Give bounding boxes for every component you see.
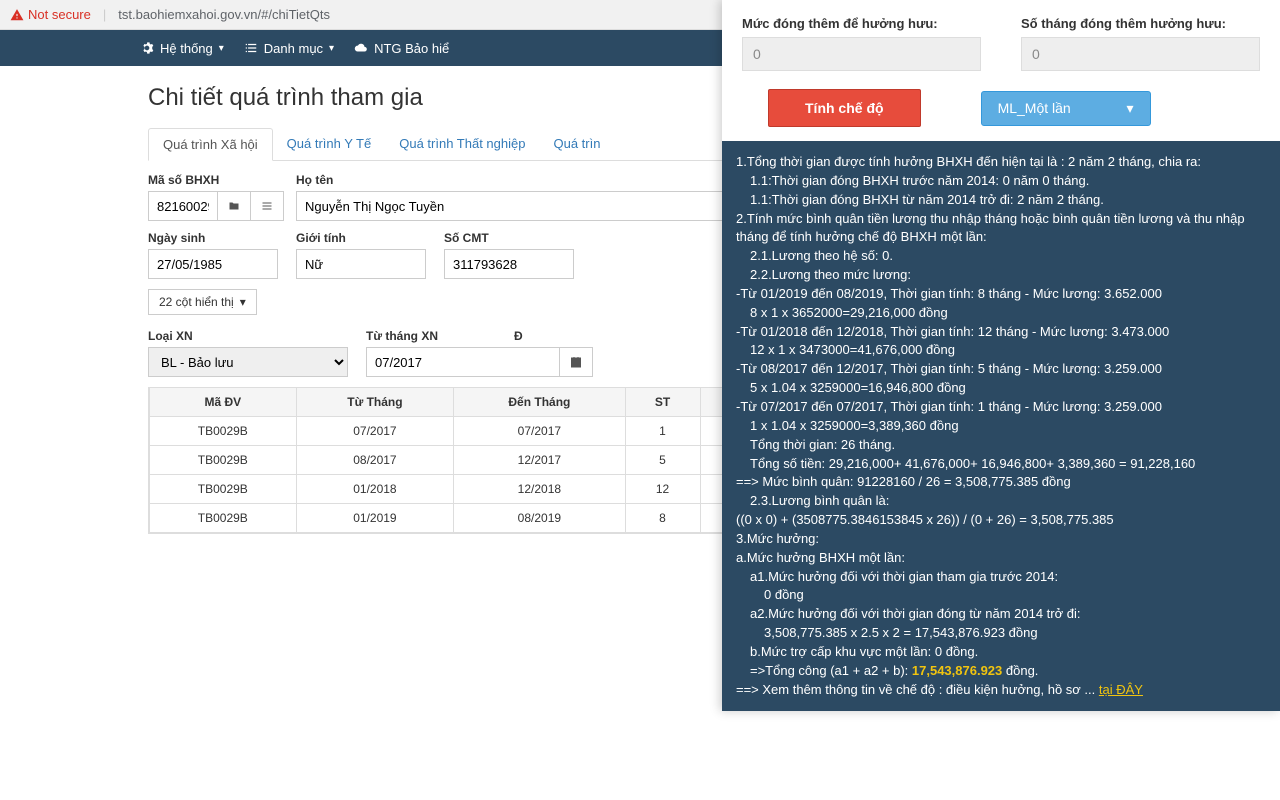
- tab-that-nghiep[interactable]: Quá trình Thất nghiệp: [385, 128, 539, 160]
- input-cmt[interactable]: [444, 249, 574, 279]
- result-line: 1.1:Thời gian đóng BHXH từ năm 2014 trở …: [736, 191, 1266, 210]
- label-so-thang: Số tháng đóng thêm hưởng hưu:: [1021, 16, 1260, 31]
- label-ngay-sinh: Ngày sinh: [148, 231, 278, 245]
- result-line: -Từ 01/2019 đến 08/2019, Thời gian tính:…: [736, 285, 1266, 304]
- table-cell: 07/2017: [454, 417, 625, 446]
- table-cell: TB0029B: [150, 417, 297, 446]
- result-line: 1 x 1.04 x 3259000=3,389,360 đồng: [736, 417, 1266, 436]
- ml-label: ML_Một lần: [998, 100, 1071, 116]
- label-cmt: Số CMT: [444, 231, 574, 245]
- table-cell: 8: [625, 504, 700, 533]
- nav-label: Hệ thống: [160, 41, 213, 56]
- table-cell: 01/2019: [296, 504, 454, 533]
- result-more-info: ==> Xem thêm thông tin về chế độ : điều …: [736, 681, 1266, 700]
- list-icon: [244, 41, 258, 55]
- th: ST: [625, 388, 700, 417]
- chevron-down-icon: ▾: [1127, 100, 1134, 117]
- nav-ntg[interactable]: NTG Bảo hiể: [354, 41, 449, 56]
- table-cell: 08/2017: [296, 446, 454, 475]
- result-line: a2.Mức hưởng đối với thời gian đóng từ n…: [736, 605, 1266, 624]
- calendar-icon: [570, 356, 582, 368]
- chevron-down-icon: ▾: [240, 295, 246, 309]
- result-panel: 1.Tổng thời gian được tính hưởng BHXH đế…: [722, 141, 1280, 711]
- result-line: Tổng số tiền: 29,216,000+ 41,676,000+ 16…: [736, 455, 1266, 474]
- ml-dropdown[interactable]: ML_Một lần ▾: [981, 91, 1151, 126]
- input-ngay-sinh[interactable]: [148, 249, 278, 279]
- nav-label: NTG Bảo hiể: [374, 41, 449, 56]
- column-toggle[interactable]: 22 cột hiển thị ▾: [148, 289, 257, 315]
- result-line: b.Mức trợ cấp khu vực một lần: 0 đồng.: [736, 643, 1266, 662]
- warning-icon: [10, 8, 24, 22]
- nav-danh-muc[interactable]: Danh mục▾: [244, 41, 334, 56]
- table-cell: TB0029B: [150, 475, 297, 504]
- value-so-thang: 0: [1021, 37, 1260, 71]
- cloud-icon: [354, 41, 368, 55]
- table-cell: 08/2019: [454, 504, 625, 533]
- tab-qua-trinh[interactable]: Quá trìn: [539, 128, 614, 160]
- table-cell: TB0029B: [150, 504, 297, 533]
- not-secure-badge: Not secure: [10, 7, 91, 22]
- result-line: 0 đồng: [736, 586, 1266, 605]
- result-total: =>Tổng công (a1 + a2 + b): 17,543,876.92…: [736, 662, 1266, 681]
- gear-icon: [140, 41, 154, 55]
- folder-icon: [228, 200, 240, 212]
- not-secure-text: Not secure: [28, 7, 91, 22]
- result-line: 3.Mức hưởng:: [736, 530, 1266, 549]
- list-icon: [261, 200, 273, 212]
- result-line: 12 x 1 x 3473000=41,676,000 đồng: [736, 341, 1266, 360]
- link-detail[interactable]: tại ĐÂY: [1099, 682, 1143, 697]
- input-ma-so[interactable]: [148, 191, 218, 221]
- btn-calendar[interactable]: [560, 347, 593, 377]
- result-line: 2.2.Lương theo mức lương:: [736, 266, 1266, 285]
- table-cell: TB0029B: [150, 446, 297, 475]
- label-d: Đ: [514, 329, 534, 343]
- nav-he-thong[interactable]: Hệ thống▾: [140, 41, 224, 56]
- table-cell: 12: [625, 475, 700, 504]
- th: Từ Tháng: [296, 388, 454, 417]
- table-cell: 12/2017: [454, 446, 625, 475]
- th: Đến Tháng: [454, 388, 625, 417]
- table-cell: 12/2018: [454, 475, 625, 504]
- table-cell: 1: [625, 417, 700, 446]
- url-text: tst.baohiemxahoi.gov.vn/#/chiTietQts: [118, 7, 330, 22]
- tab-y-te[interactable]: Quá trình Y Tế: [273, 128, 386, 160]
- result-line: a1.Mức hưởng đối với thời gian tham gia …: [736, 568, 1266, 587]
- result-line: Tổng thời gian: 26 tháng.: [736, 436, 1266, 455]
- result-line: 2.1.Lương theo hệ số: 0.: [736, 247, 1266, 266]
- result-line: 5 x 1.04 x 3259000=16,946,800 đồng: [736, 379, 1266, 398]
- label-gioi-tinh: Giới tính: [296, 231, 426, 245]
- calculation-panel: Mức đóng thêm để hưởng hưu: 0 Số tháng đ…: [722, 0, 1280, 711]
- table-cell: 07/2017: [296, 417, 454, 446]
- result-line: 3,508,775.385 x 2.5 x 2 = 17,543,876.923…: [736, 624, 1266, 643]
- th: Mã ĐV: [150, 388, 297, 417]
- col-toggle-text: 22 cột hiển thị: [159, 295, 234, 309]
- result-line: -Từ 01/2018 đến 12/2018, Thời gian tính:…: [736, 323, 1266, 342]
- nav-label: Danh mục: [264, 41, 323, 56]
- result-line: 1.Tổng thời gian được tính hưởng BHXH đế…: [736, 153, 1266, 172]
- result-line: 2.3.Lương bình quân là:: [736, 492, 1266, 511]
- table-cell: 5: [625, 446, 700, 475]
- label-tu-thang: Từ tháng XN: [366, 329, 496, 343]
- tab-xa-hoi[interactable]: Quá trình Xã hội: [148, 128, 273, 161]
- total-amount: 17,543,876.923: [912, 663, 1002, 678]
- btn-folder[interactable]: [218, 191, 251, 221]
- result-line: ==> Mức bình quân: 91228160 / 26 = 3,508…: [736, 473, 1266, 492]
- calculate-button[interactable]: Tính chế độ: [768, 89, 921, 127]
- result-line: -Từ 07/2017 đến 07/2017, Thời gian tính:…: [736, 398, 1266, 417]
- label-muc-dong: Mức đóng thêm để hưởng hưu:: [742, 16, 981, 31]
- label-ma-so: Mã số BHXH: [148, 173, 278, 187]
- label-loai-xn: Loại XN: [148, 329, 348, 343]
- result-line: ((0 x 0) + (3508775.3846153845 x 26)) / …: [736, 511, 1266, 530]
- value-muc-dong: 0: [742, 37, 981, 71]
- result-line: 2.Tính mức bình quân tiền lương thu nhập…: [736, 210, 1266, 248]
- divider: |: [103, 7, 106, 22]
- btn-list[interactable]: [251, 191, 284, 221]
- input-gioi-tinh[interactable]: [296, 249, 426, 279]
- result-line: 1.1:Thời gian đóng BHXH trước năm 2014: …: [736, 172, 1266, 191]
- select-loai-xn[interactable]: BL - Bảo lưu: [148, 347, 348, 377]
- result-line: 8 x 1 x 3652000=29,216,000 đồng: [736, 304, 1266, 323]
- table-cell: 01/2018: [296, 475, 454, 504]
- result-line: a.Mức hưởng BHXH một lần:: [736, 549, 1266, 568]
- result-line: -Từ 08/2017 đến 12/2017, Thời gian tính:…: [736, 360, 1266, 379]
